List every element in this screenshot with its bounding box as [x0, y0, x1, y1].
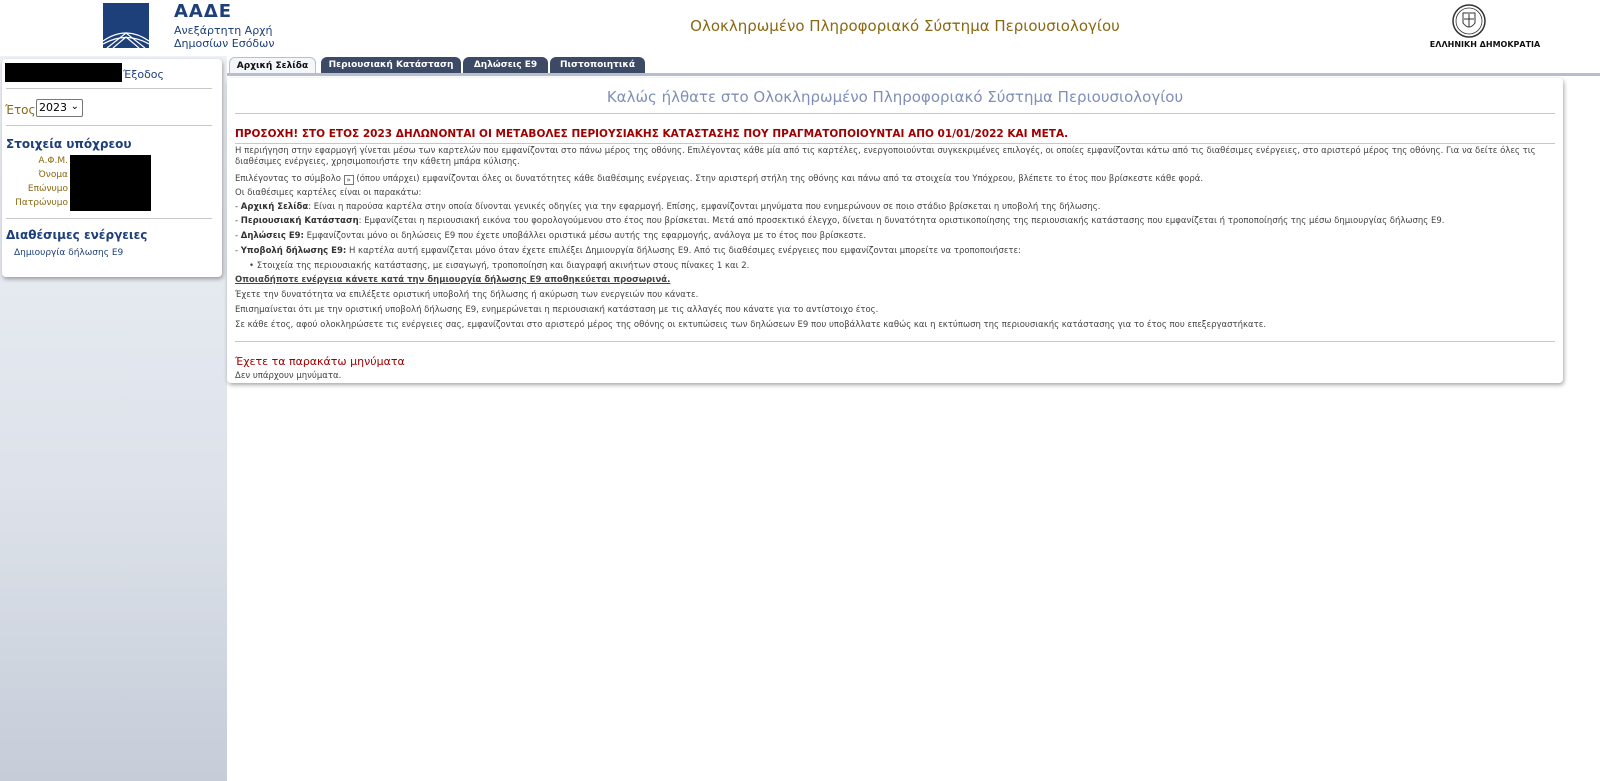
tab-home-description: - Αρχική Σελίδα: Είναι η παρούσα καρτέλα…: [235, 202, 1101, 212]
tab-certificates[interactable]: Πιστοποιητικά: [550, 57, 645, 74]
tab-home-desc: : Είναι η παρούσα καρτέλα στην οποία δίν…: [308, 202, 1101, 212]
tab-submit-description: - Υποβολή δήλωσης Ε9: Η καρτέλα αυτή εμφ…: [235, 246, 1022, 256]
actions-section-title: Διαθέσιμες ενέργειες: [6, 228, 148, 242]
republic-label: ΕΛΛΗΝΙΚΗ ΔΗΜΟΚΡΑΤΙΑ: [1429, 40, 1541, 49]
father-name-label: Πατρώνυμο: [15, 198, 68, 208]
tab-submit-name: Υποβολή δήλωσης Ε9:: [240, 246, 347, 256]
create-e9-link[interactable]: Δημιουργία δήλωσης Ε9: [14, 248, 123, 258]
symbol-text: Επιλέγοντας το σύμβολο » (όπου υπάρχει) …: [235, 174, 1203, 185]
divider: [6, 218, 212, 219]
update-note-text: Επισημαίνεται ότι με την οριστική υποβολ…: [235, 305, 879, 315]
welcome-title: Καλώς ήλθατε στο Ολοκληρωμένο Πληροφορια…: [606, 88, 1184, 106]
tab-strip: [227, 73, 1600, 76]
tabs-intro: Οι διαθέσιμες καρτέλες είναι οι παρακάτω…: [235, 188, 422, 198]
messages-title: Έχετε τα παρακάτω μηνύματα: [235, 355, 405, 368]
intro-text: Η περιήγηση στην εφαρμογή γίνεται μέσω τ…: [235, 146, 1536, 167]
org-name-line2: Δημοσίων Εσόδων: [174, 37, 275, 50]
no-messages-text: Δεν υπάρχουν μηνύματα.: [235, 371, 342, 381]
tab-assets[interactable]: Περιουσιακή Κατάσταση: [321, 57, 461, 74]
taxpayer-section-title: Στοιχεία υπόχρεου: [6, 137, 132, 151]
temp-save-note: Οποιαδήποτε ενέργεια κάνετε κατά την δημ…: [235, 275, 671, 285]
tab-decl-description: - Δηλώσεις Ε9: Εμφανίζονται μόνο οι δηλώ…: [235, 231, 867, 241]
tab-home[interactable]: Αρχική Σελίδα: [229, 57, 316, 74]
tab-home-name: Αρχική Σελίδα: [240, 202, 309, 212]
tab-submit-desc: Η καρτέλα αυτή εμφανίζεται μόνο όταν έχε…: [346, 246, 1022, 256]
tab-decl-name: Δηλώσεις Ε9:: [240, 231, 304, 241]
divider: [235, 143, 1555, 144]
tab-assets-description: - Περιουσιακή Κατάσταση: Εμφανίζεται η π…: [235, 216, 1445, 226]
final-submit-text: Έχετε την δυνατότητα να επιλέξετε οριστι…: [235, 290, 699, 300]
bullet-text: Στοιχεία της περιουσιακής κατάστασης, με…: [256, 261, 750, 271]
year-note-text: Σε κάθε έτος, αφού ολοκληρώσετε τις ενέρ…: [235, 320, 1267, 330]
redacted-taxpayer-data: [70, 155, 151, 211]
bullet-item: • Στοιχεία της περιουσιακής κατάστασης, …: [249, 261, 750, 271]
logout-link[interactable]: Έξοδος: [123, 68, 164, 81]
afm-label: Α.Φ.Μ.: [38, 156, 68, 166]
year-value: 2023: [39, 101, 67, 114]
divider: [235, 113, 1555, 114]
first-name-label: Όνομα: [38, 170, 68, 180]
symbol-text-b: (όπου υπάρχει) εμφανίζονται όλες οι δυνα…: [356, 174, 1204, 184]
app-header: ΑΑΔΕ Ανεξάρτητη Αρχή Δημοσίων Εσόδων Ολο…: [0, 0, 1600, 56]
tab-assets-desc: : Εμφανίζεται η περιουσιακή εικόνα του φ…: [358, 216, 1445, 226]
year-label: Έτος: [5, 103, 36, 117]
symbol-text-a: Επιλέγοντας το σύμβολο: [235, 174, 341, 184]
greek-emblem-icon: [1452, 4, 1486, 38]
last-name-label: Επώνυμο: [27, 184, 68, 194]
expand-symbol-icon: »: [343, 175, 354, 185]
app-title: Ολοκληρωμένο Πληροφοριακό Σύστημα Περιου…: [690, 17, 1120, 35]
tab-decl-desc: Εμφανίζονται μόνο οι δηλώσεις Ε9 που έχε…: [303, 231, 867, 241]
tab-e9-declarations[interactable]: Δηλώσεις Ε9: [463, 57, 548, 74]
year-select[interactable]: 2023 ⌄: [36, 99, 83, 117]
tab-assets-name: Περιουσιακή Κατάσταση: [240, 216, 359, 226]
warning-text: ΠΡΟΣΟΧΗ! ΣΤΟ ΕΤΟΣ 2023 ΔΗΛΩΝΟΝΤΑΙ ΟΙ ΜΕΤ…: [235, 128, 1069, 140]
divider: [235, 341, 1555, 342]
chevron-down-icon: ⌄: [70, 101, 79, 112]
redacted-username: [5, 63, 122, 82]
divider: [6, 125, 212, 126]
divider: [6, 88, 212, 89]
